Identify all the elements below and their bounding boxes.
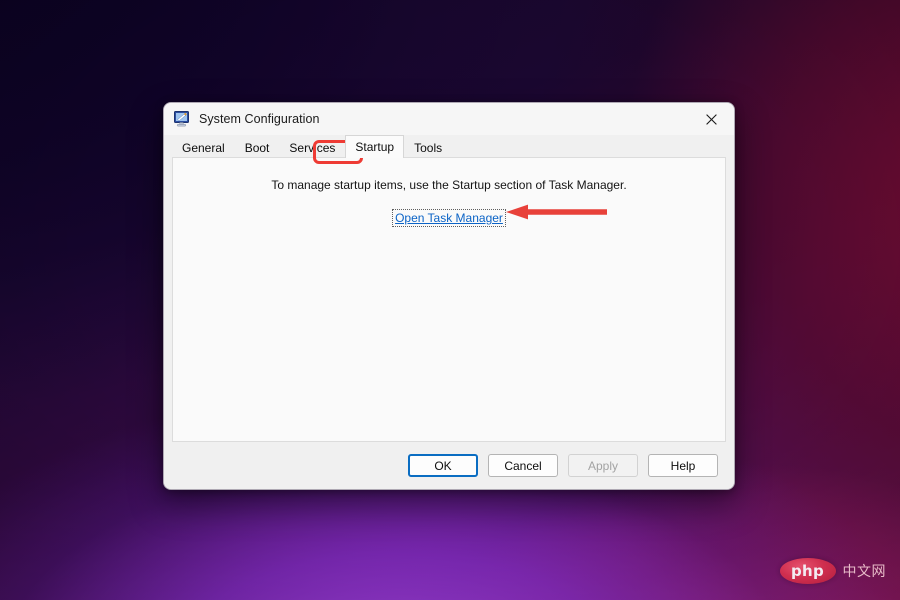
system-configuration-dialog: System Configuration General Boot Servic…: [163, 102, 735, 490]
help-button[interactable]: Help: [648, 454, 718, 477]
tab-tools[interactable]: Tools: [404, 137, 453, 158]
tab-general-label: General: [182, 141, 225, 155]
watermark-suffix: 中文网: [842, 564, 886, 580]
dialog-title: System Configuration: [199, 112, 320, 126]
tab-startup[interactable]: Startup: [345, 135, 405, 158]
dialog-footer: OK Cancel Apply Help: [164, 442, 734, 489]
dialog-content-wrap: To manage startup items, use the Startup…: [164, 157, 734, 442]
tab-tools-label: Tools: [414, 141, 443, 155]
cancel-button-label: Cancel: [504, 458, 542, 473]
system-configuration-icon: [174, 111, 191, 127]
desktop-wallpaper: System Configuration General Boot Servic…: [0, 0, 900, 600]
startup-tab-panel: To manage startup items, use the Startup…: [172, 157, 726, 442]
open-task-manager-link[interactable]: Open Task Manager: [392, 209, 506, 227]
dialog-tabstrip: General Boot Services Startup Tools: [164, 135, 734, 158]
tab-boot-label: Boot: [244, 141, 270, 155]
startup-info-text: To manage startup items, use the Startup…: [271, 178, 627, 192]
dialog-titlebar: System Configuration: [164, 103, 734, 135]
tab-services[interactable]: Services: [279, 137, 346, 158]
tab-general[interactable]: General: [172, 137, 235, 158]
apply-button: Apply: [568, 454, 638, 477]
watermark-php-badge: php: [779, 558, 836, 584]
watermark: php 中文网: [779, 558, 887, 584]
apply-button-label: Apply: [587, 458, 619, 473]
cancel-button[interactable]: Cancel: [488, 454, 558, 477]
ok-button[interactable]: OK: [408, 454, 478, 477]
close-icon[interactable]: [689, 103, 734, 135]
tab-services-label: Services: [289, 141, 336, 155]
open-task-manager-row: Open Task Manager: [173, 209, 725, 227]
ok-button-label: OK: [434, 458, 452, 473]
tab-boot[interactable]: Boot: [234, 137, 280, 158]
tab-startup-label: Startup: [355, 140, 395, 154]
help-button-label: Help: [670, 458, 696, 473]
